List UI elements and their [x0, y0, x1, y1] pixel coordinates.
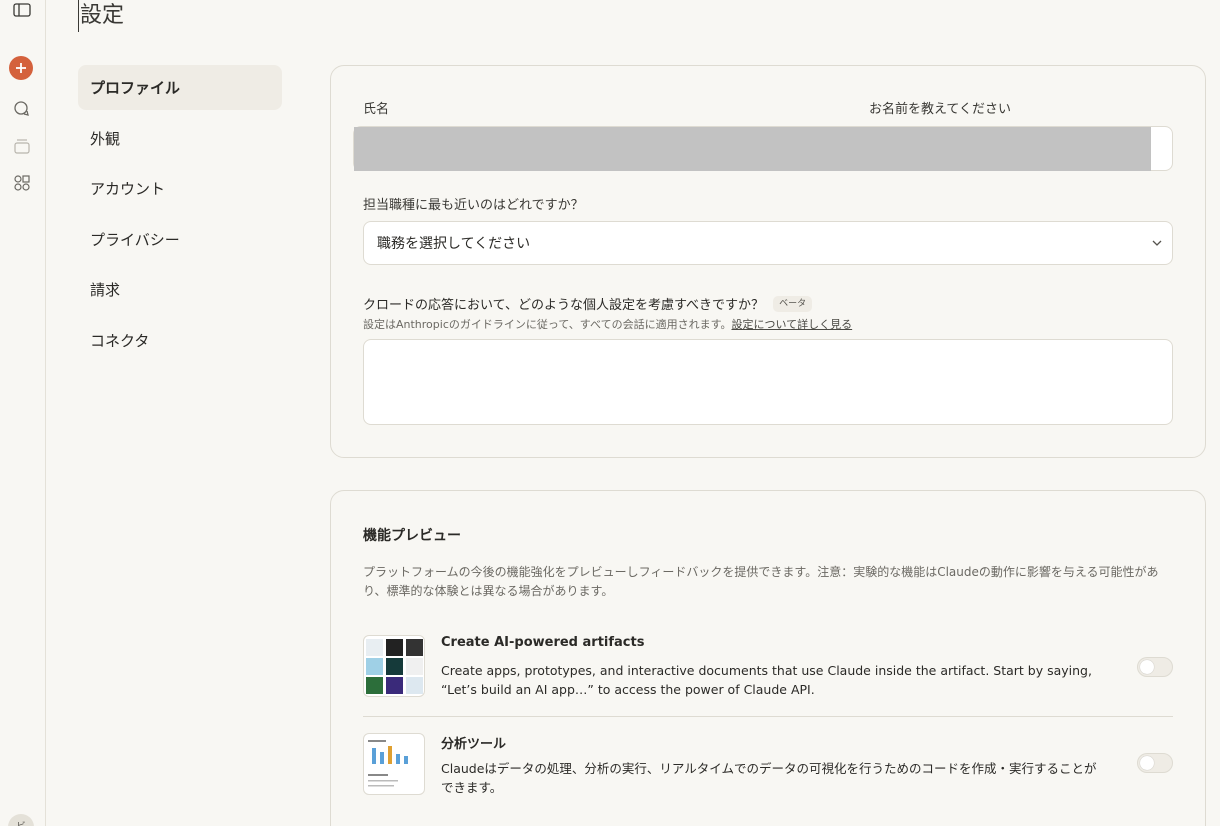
name-redacted-overlay: [354, 127, 1151, 171]
feature-preview-card: 機能プレビュー プラットフォームの今後の機能強化をプレビューしフィードバックを提…: [330, 490, 1206, 826]
name-label: 氏名: [363, 102, 390, 117]
page-title: 設定: [78, 0, 124, 32]
projects-button[interactable]: [8, 132, 36, 160]
feature-preview-description: プラットフォームの今後の機能強化をプレビューしフィードバックを提供できます。注意…: [363, 565, 1159, 598]
feature-item: 分析ツール Claudeはデータの処理、分析の実行、リアルタイムでのデータの可視…: [363, 733, 1173, 803]
analysis-toggle[interactable]: [1137, 753, 1173, 773]
avatar[interactable]: ビ: [8, 814, 34, 826]
plus-icon: [16, 63, 26, 73]
preferences-textarea[interactable]: [363, 339, 1173, 425]
preferences-label: クロードの応答において、どのような個人設定を考慮すべきですか？ ベータ: [363, 294, 813, 313]
artifacts-toggle[interactable]: [1137, 657, 1173, 677]
chats-button[interactable]: [8, 95, 36, 123]
preferences-help-text: 設定はAnthropicのガイドラインに従って、すべての会話に適用されます。: [363, 318, 732, 331]
apps-button[interactable]: [8, 169, 36, 197]
name-hint: お名前を教えてください: [869, 102, 1011, 117]
archive-icon: [14, 139, 30, 154]
feature-title: 分析ツール: [441, 737, 507, 752]
beta-badge: ベータ: [773, 295, 813, 312]
chat-bubbles-icon: [14, 101, 29, 116]
preferences-learn-more-link[interactable]: 設定について詳しく見る: [731, 318, 852, 331]
preferences-label-text: クロードの応答において、どのような個人設定を考慮すべきですか？: [363, 298, 765, 313]
new-chat-button[interactable]: [9, 56, 33, 80]
role-label: 担当職種に最も近いのはどれですか？: [363, 198, 584, 213]
feature-description: Claudeはデータの処理、分析の実行、リアルタイムでのデータの可視化を行うため…: [441, 761, 1097, 795]
nav-item-billing[interactable]: 請求: [78, 267, 282, 312]
nav-item-profile[interactable]: プロファイル: [78, 65, 282, 110]
nav-item-connectors[interactable]: コネクタ: [78, 318, 282, 363]
nav-item-privacy[interactable]: プライバシー: [78, 217, 282, 262]
feature-description: Create apps, prototypes, and interactive…: [441, 663, 1092, 697]
feature-item: Create AI-powered artifacts Create apps,…: [363, 635, 1173, 717]
role-select-value: 職務を選択してください: [377, 236, 531, 252]
left-rail: ビ: [0, 0, 46, 826]
nav-item-appearance[interactable]: 外観: [78, 116, 282, 161]
apps-icon: [14, 175, 30, 191]
profile-card: 氏名 お名前を教えてください 担当職種に最も近いのはどれですか？ 職務を選択して…: [330, 65, 1206, 458]
nav-item-account[interactable]: アカウント: [78, 166, 282, 211]
role-select[interactable]: 職務を選択してください: [363, 221, 1173, 265]
feature-title: Create AI-powered artifacts: [441, 635, 645, 650]
analysis-thumbnail: [363, 733, 425, 795]
settings-nav: プロファイル 外観 アカウント プライバシー 請求 コネクタ: [78, 65, 282, 368]
feature-preview-title: 機能プレビュー: [363, 528, 461, 544]
sidebar-toggle-icon[interactable]: [8, 0, 36, 24]
preferences-help: 設定はAnthropicのガイドラインに従って、すべての会話に適用されます。設定…: [363, 316, 852, 332]
artifacts-thumbnail: [363, 635, 425, 697]
chevron-down-icon: [1152, 240, 1162, 246]
